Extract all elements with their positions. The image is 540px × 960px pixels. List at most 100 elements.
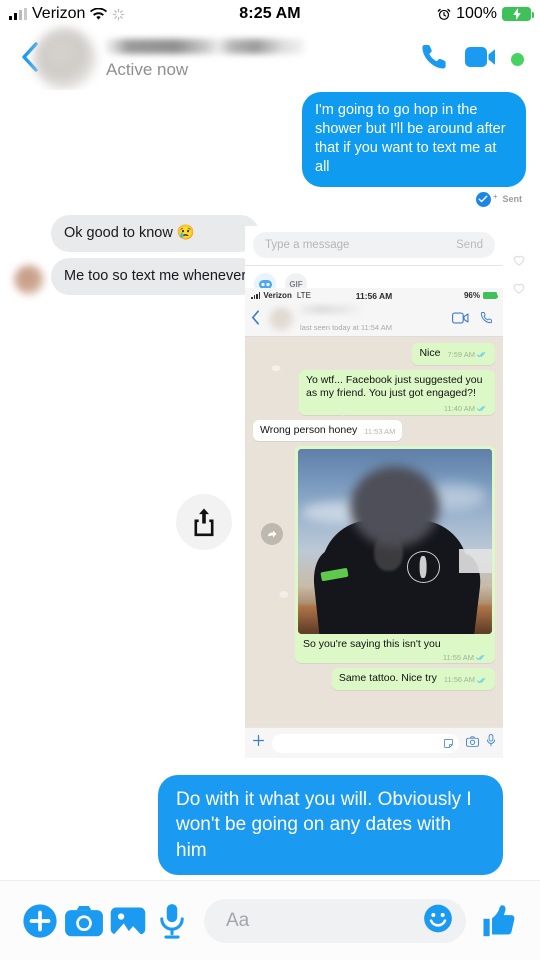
whatsapp-status-right: 96% [463, 291, 498, 300]
heart-icon[interactable] [512, 281, 526, 295]
whatsapp-bubble-incoming[interactable]: Wrong person honey 11:53 AM [253, 419, 403, 442]
whatsapp-message-input[interactable] [272, 733, 459, 753]
whatsapp-input-bar [245, 728, 503, 758]
message-bubble-incoming[interactable]: Me too so text me whenever [51, 257, 260, 295]
whatsapp-header-texts: last seen today at 11:54 AM [300, 304, 452, 335]
whatsapp-message-meta: 11:40 AM [444, 404, 488, 414]
back-button[interactable] [251, 309, 267, 330]
photo-shirt-logo [406, 551, 440, 583]
whatsapp-message-row: Nice 7:59 AM [253, 343, 495, 365]
contact-name [300, 304, 362, 314]
share-icon [194, 508, 214, 537]
read-receipt-icon [476, 655, 485, 661]
nested-message-input[interactable]: Type a message Send [253, 232, 495, 258]
thread-header-actions [420, 42, 540, 76]
message-bubble-outgoing[interactable]: Do with it what you will. Obviously I wo… [158, 775, 503, 876]
camera-icon[interactable] [466, 734, 479, 752]
read-receipt-icon [477, 677, 486, 683]
smiley-icon[interactable] [422, 902, 454, 939]
timestamp: 7:59 AM [447, 350, 475, 359]
whatsapp-bubble-outgoing[interactable]: Nice 7:59 AM [412, 343, 495, 365]
whatsapp-photo-caption: So you're saying this isn't you 11:55 AM [298, 634, 492, 662]
final-message-row: Do with it what you will. Obviously I wo… [0, 775, 540, 876]
whatsapp-message-row: Same tattoo. Nice try 11:56 AM [253, 668, 495, 690]
ios-status-bar: Verizon 8:25 AM 100% [0, 0, 540, 28]
whatsapp-message-text: Same tattoo. Nice try [338, 672, 437, 685]
messenger-conversation-screen: Verizon 8:25 AM 100% Active now I'm goin… [0, 0, 540, 960]
whatsapp-status-bar: Verizon LTE 11:56 AM 96% [245, 288, 503, 303]
call-icon[interactable] [420, 42, 449, 76]
add-plus-icon[interactable] [18, 902, 62, 940]
active-status-label: Active now [106, 59, 189, 79]
nested-input-row: Type a message Send [245, 226, 503, 265]
attached-photo[interactable] [298, 449, 492, 635]
thumbs-up-icon[interactable] [476, 902, 522, 940]
sticker-icon[interactable] [443, 738, 454, 749]
message-row: I'm going to go hop in the shower but I'… [0, 92, 540, 187]
online-status-dot [511, 52, 524, 66]
whatsapp-header-actions [452, 311, 497, 329]
battery-percent-label: 100% [456, 5, 497, 22]
whatsapp-photo-message-row: So you're saying this isn't you 11:55 AM [253, 446, 495, 664]
status-bar-right: 100% [437, 5, 540, 23]
whatsapp-message-meta: 7:59 AM [447, 350, 488, 360]
photo-gallery-icon[interactable] [106, 906, 150, 936]
camera-icon[interactable] [62, 905, 106, 937]
microphone-icon[interactable] [486, 734, 496, 752]
timestamp: 11:53 AM [364, 426, 396, 436]
last-seen-label: last seen today at 11:54 AM [300, 322, 393, 332]
sent-plus-badge: + [492, 191, 498, 201]
composer-bar: Aa [0, 880, 540, 960]
call-icon[interactable] [480, 311, 493, 329]
battery-charging-icon [483, 292, 498, 299]
timestamp: 11:55 AM [442, 653, 474, 663]
avatar[interactable] [14, 264, 44, 295]
forward-icon[interactable] [261, 523, 283, 545]
battery-charging-icon [502, 7, 535, 21]
message-bubble-outgoing[interactable]: I'm going to go hop in the shower but I'… [302, 92, 526, 187]
timestamp: 11:40 AM [443, 403, 475, 413]
microphone-icon[interactable] [150, 903, 194, 939]
incoming-bubbles: Ok good to know 😢 Me too so text me when… [51, 214, 260, 295]
whatsapp-message-text: Nice [419, 347, 441, 359]
whatsapp-photo-bubble[interactable]: So you're saying this isn't you 11:55 AM [295, 446, 495, 664]
reaction-column [512, 253, 540, 295]
whatsapp-battery-percent: 96% [463, 291, 480, 300]
message-bubble-incoming[interactable]: Ok good to know 😢 [51, 214, 260, 252]
avatar[interactable] [269, 307, 294, 332]
delivery-status-row: + Sent [0, 187, 540, 207]
whatsapp-screenshot-attachment[interactable]: Verizon LTE 11:56 AM 96% last seen today… [245, 288, 503, 758]
avatar[interactable] [34, 28, 96, 90]
alarm-icon [437, 8, 451, 20]
sent-label: Sent [502, 194, 522, 204]
thread-header: Active now [0, 28, 540, 90]
plus-icon[interactable] [252, 734, 265, 752]
share-button-overlay[interactable] [176, 494, 232, 550]
whatsapp-bubble-outgoing[interactable]: Same tattoo. Nice try 11:56 AM [331, 668, 495, 690]
read-receipt-icon [477, 406, 486, 412]
whatsapp-message-text: Yo wtf... Facebook just suggested you as… [306, 373, 483, 400]
message-input[interactable]: Aa [204, 898, 466, 943]
nested-send-button[interactable]: Send [456, 239, 483, 251]
whatsapp-message-list[interactable]: Nice 7:59 AM Yo wtf... Facebook just sug… [245, 337, 503, 727]
timestamp: 11:56 AM [443, 675, 475, 685]
whatsapp-chat-header: last seen today at 11:54 AM [245, 303, 503, 337]
heart-icon[interactable] [512, 253, 526, 267]
whatsapp-message-meta: 11:56 AM [444, 675, 488, 685]
whatsapp-message-row: Wrong person honey 11:53 AM [253, 419, 495, 442]
read-receipt-icon [477, 352, 486, 358]
whatsapp-bubble-outgoing[interactable]: Yo wtf... Facebook just suggested you as… [299, 369, 495, 415]
photo-censor-block [459, 549, 492, 574]
whatsapp-message-row: Yo wtf... Facebook just suggested you as… [253, 369, 495, 415]
video-call-icon[interactable] [452, 311, 469, 329]
whatsapp-message-meta: 11:55 AM [443, 653, 487, 662]
thread-header-texts: Active now [106, 38, 420, 80]
whatsapp-message-meta: 11:53 AM [364, 427, 395, 437]
sent-check-icon [475, 191, 491, 207]
whatsapp-message-text: Wrong person honey [260, 423, 358, 436]
contact-name[interactable] [106, 38, 304, 54]
message-input-placeholder: Aa [226, 909, 250, 931]
nested-input-placeholder: Type a message [265, 239, 350, 251]
incoming-stack: Ok good to know 😢 Me too so text me when… [0, 214, 260, 295]
video-call-icon[interactable] [465, 45, 499, 74]
